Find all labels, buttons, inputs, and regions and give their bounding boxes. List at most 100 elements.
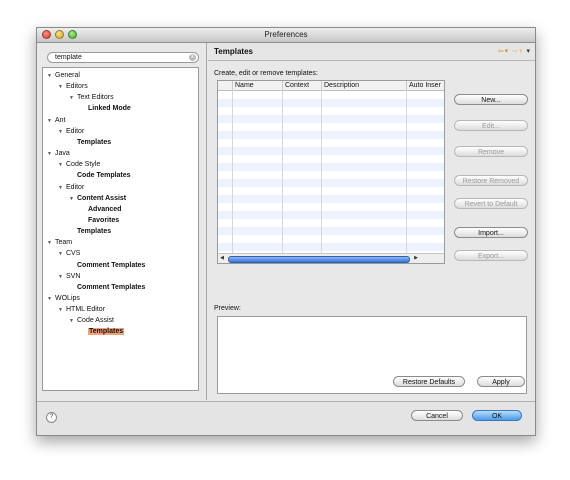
tree-item-label: Code Assist (77, 317, 114, 325)
import-button[interactable]: Import... (454, 227, 528, 238)
dialog-footer: ? Cancel OK (37, 401, 535, 435)
tree-item[interactable]: ▼ Code Style (58, 160, 100, 169)
cancel-button[interactable]: Cancel (411, 410, 463, 421)
revert-to-default-button[interactable]: Revert to Default (454, 198, 528, 209)
forward-arrow-icon[interactable]: ⇨▾ (512, 48, 523, 55)
expand-arrow-icon[interactable]: ▼ (69, 317, 77, 326)
table-row[interactable] (218, 107, 444, 115)
expand-arrow-icon[interactable]: ▼ (47, 150, 55, 159)
expand-arrow-icon[interactable]: ▼ (58, 128, 66, 137)
table-row[interactable] (218, 219, 444, 227)
preview-label: Preview: (214, 305, 241, 312)
tree-item[interactable]: ▼ Editor (58, 183, 84, 192)
column-description[interactable]: Description (321, 81, 406, 90)
table-row[interactable] (218, 171, 444, 179)
tree-item-label: Code Style (66, 161, 101, 169)
scroll-thumb[interactable] (228, 256, 410, 263)
column-auto-insert[interactable]: Auto Inser (406, 81, 444, 90)
tree-item[interactable]: Comment Templates (77, 261, 145, 270)
expand-arrow-icon[interactable]: ▼ (47, 239, 55, 248)
tree-item-label: Text Editors (77, 94, 114, 102)
table-row[interactable] (218, 211, 444, 219)
restore-defaults-button[interactable]: Restore Defaults (393, 376, 465, 387)
table-row[interactable] (218, 139, 444, 147)
clear-filter-icon[interactable]: x (189, 54, 196, 61)
tree-item[interactable]: ▼ Team (47, 238, 72, 247)
horizontal-scrollbar[interactable]: ◀ ▶ (218, 253, 444, 263)
tree-item[interactable]: Comment Templates (77, 283, 145, 292)
tree-item[interactable]: ▼ Content Assist (69, 194, 126, 203)
table-row[interactable] (218, 131, 444, 139)
page-title: Templates (214, 47, 253, 56)
new-button[interactable]: New... (454, 94, 528, 105)
tree-item[interactable]: ▼ General (47, 71, 80, 80)
tree-item[interactable]: ▼ CVS (58, 249, 80, 258)
remove-button[interactable]: Remove (454, 146, 528, 157)
tree-item[interactable]: ▼ Code Assist (69, 316, 114, 325)
expand-arrow-icon[interactable]: ▼ (58, 83, 66, 92)
table-row[interactable] (218, 235, 444, 243)
templates-table[interactable]: Name Context Description Auto Inser ◀ ▶ (217, 80, 445, 264)
tree-item[interactable]: Templates (77, 138, 111, 147)
filter-input[interactable] (55, 53, 175, 62)
tree-item[interactable]: Code Templates (77, 171, 131, 180)
tree-item-label: Editors (66, 83, 88, 91)
expand-arrow-icon[interactable]: ▼ (69, 195, 77, 204)
table-row[interactable] (218, 227, 444, 235)
column-name[interactable]: Name (232, 81, 282, 90)
tree-item[interactable]: Linked Mode (88, 104, 131, 113)
tree-item[interactable]: ▼ Editors (58, 82, 88, 91)
tree-item-label: Comment Templates (77, 261, 146, 269)
table-row[interactable] (218, 123, 444, 131)
tree-item[interactable]: Advanced (88, 205, 121, 214)
tree-item[interactable]: ▼ SVN (58, 272, 80, 281)
apply-button[interactable]: Apply (477, 376, 525, 387)
tree-item[interactable]: ▼ Ant (47, 116, 66, 125)
back-arrow-icon[interactable]: ⇦▾ (498, 48, 509, 55)
table-row[interactable] (218, 203, 444, 211)
window-title: Preferences (264, 30, 308, 39)
column-context[interactable]: Context (282, 81, 321, 90)
filter-field[interactable]: x (47, 52, 199, 63)
expand-arrow-icon[interactable]: ▼ (58, 184, 66, 193)
table-row[interactable] (218, 147, 444, 155)
tree-item-label: Editor (66, 183, 85, 191)
tree-item-label: Templates (88, 328, 125, 336)
table-row[interactable] (218, 155, 444, 163)
table-row[interactable] (218, 91, 444, 99)
view-menu-icon[interactable]: ▾ (526, 48, 531, 55)
expand-arrow-icon[interactable]: ▼ (47, 72, 55, 81)
table-row[interactable] (218, 179, 444, 187)
tree-item[interactable]: ▼ WOLips (47, 294, 80, 303)
tree-item[interactable]: Templates (77, 227, 111, 236)
expand-arrow-icon[interactable]: ▼ (69, 94, 77, 103)
export-button[interactable]: Export... (454, 250, 528, 261)
expand-arrow-icon[interactable]: ▼ (47, 117, 55, 126)
tree-item[interactable]: Templates (88, 327, 125, 336)
scroll-left-icon[interactable]: ◀ (218, 254, 226, 262)
tree-item[interactable]: ▼ Text Editors (69, 93, 114, 102)
table-row[interactable] (218, 115, 444, 123)
scroll-right-icon[interactable]: ▶ (412, 254, 420, 262)
expand-arrow-icon[interactable]: ▼ (58, 306, 66, 315)
tree-item[interactable]: Favorites (88, 216, 119, 225)
preferences-navigation: x ▼General▼Editors▼Text EditorsLinked Mo… (37, 43, 207, 400)
sash-divider[interactable] (206, 43, 207, 400)
table-row[interactable] (218, 187, 444, 195)
restore-removed-button[interactable]: Restore Removed (454, 175, 528, 186)
table-row[interactable] (218, 163, 444, 171)
tree-item[interactable]: ▼ Editor (58, 127, 84, 136)
help-icon[interactable]: ? (46, 412, 57, 423)
expand-arrow-icon[interactable]: ▼ (58, 161, 66, 170)
tree-item[interactable]: ▼ Java (47, 149, 70, 158)
edit-button[interactable]: Edit... (454, 120, 528, 131)
expand-arrow-icon[interactable]: ▼ (58, 273, 66, 282)
ok-button[interactable]: OK (472, 410, 522, 421)
expand-arrow-icon[interactable]: ▼ (58, 250, 66, 259)
table-row[interactable] (218, 195, 444, 203)
tree-item[interactable]: ▼ HTML Editor (58, 305, 105, 314)
table-row[interactable] (218, 243, 444, 251)
table-row[interactable] (218, 99, 444, 107)
tree-item-label: Java (55, 150, 70, 158)
expand-arrow-icon[interactable]: ▼ (47, 295, 55, 304)
